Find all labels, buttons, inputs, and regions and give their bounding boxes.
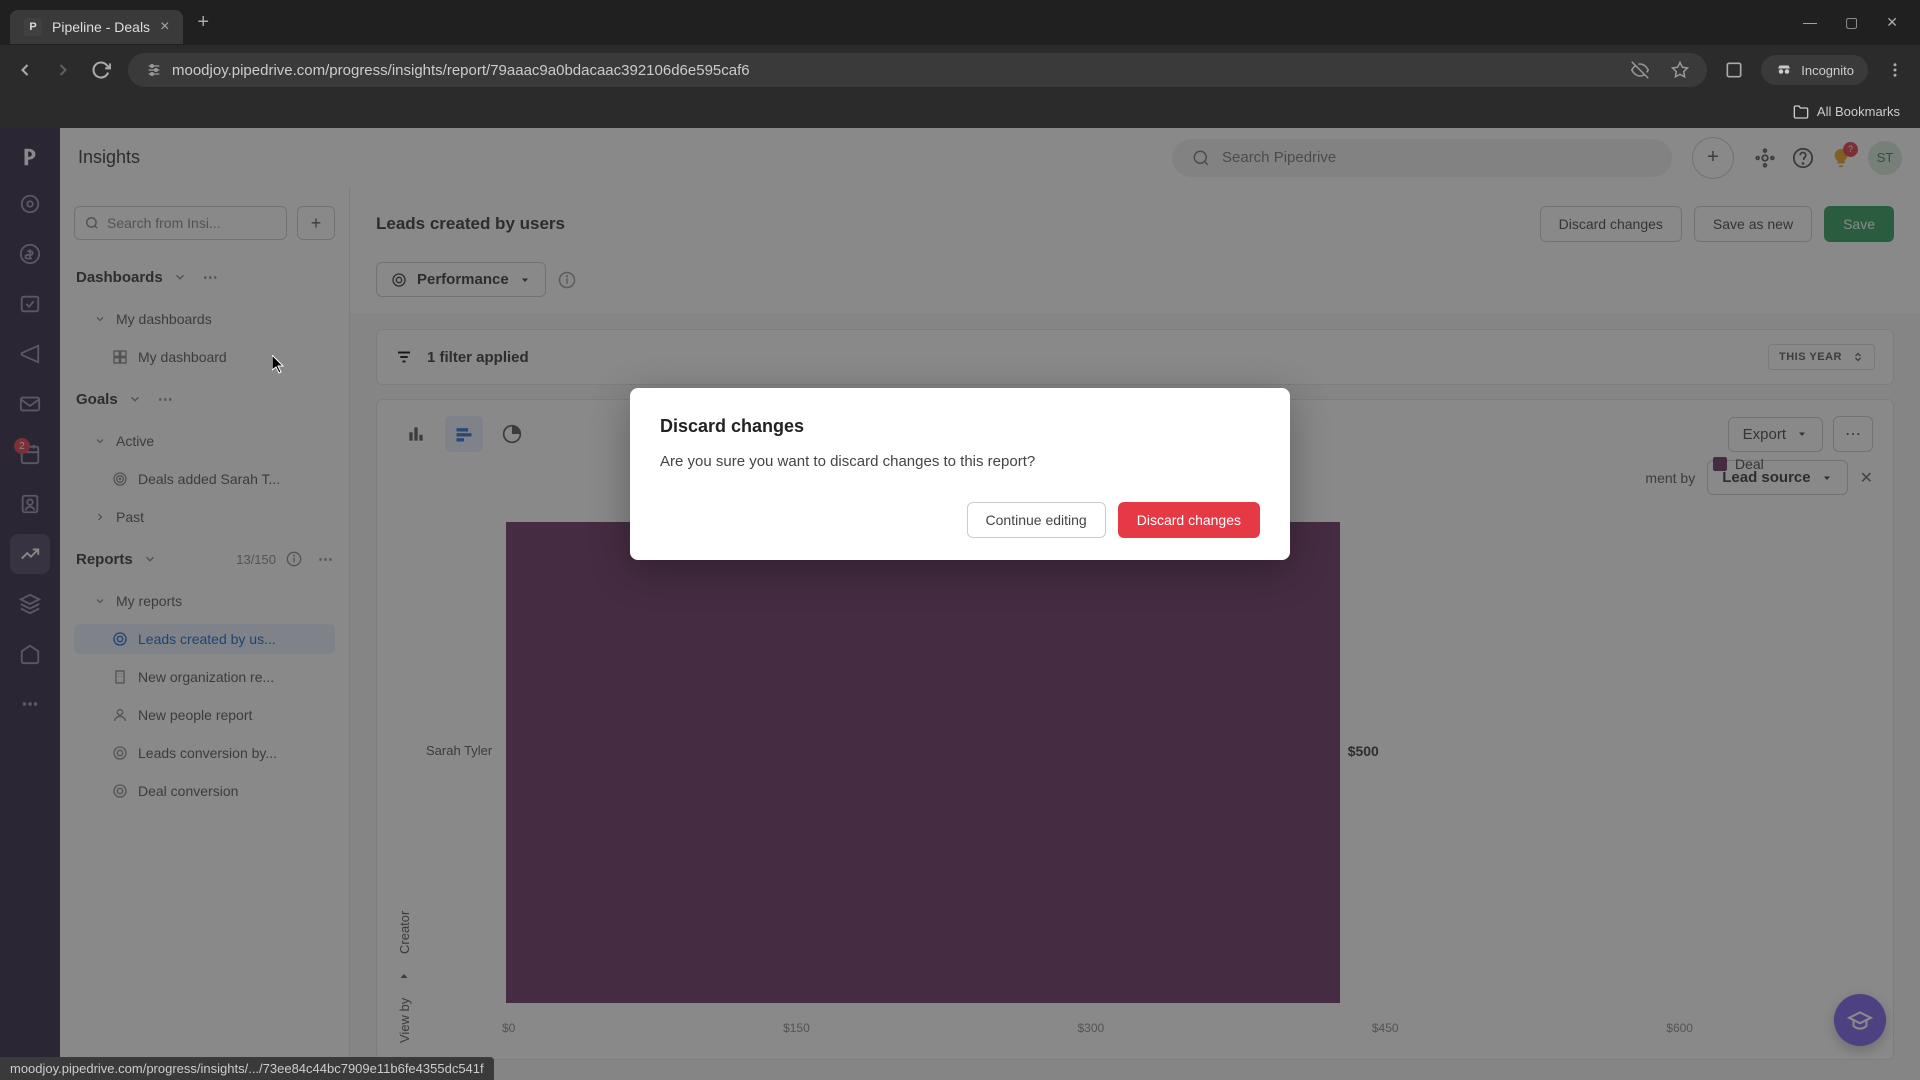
browser-chrome: P Pipeline - Deals × + — ▢ ✕ moodjoy.pip… (0, 0, 1920, 128)
url-bar: moodjoy.pipedrive.com/progress/insights/… (0, 45, 1920, 95)
browser-tab[interactable]: P Pipeline - Deals × (10, 10, 183, 44)
incognito-label: Incognito (1801, 63, 1854, 78)
discard-confirm-button[interactable]: Discard changes (1118, 502, 1260, 538)
new-tab-button[interactable]: + (197, 11, 209, 34)
menu-icon[interactable] (1884, 59, 1906, 81)
minimize-icon[interactable]: — (1803, 14, 1817, 31)
continue-editing-button[interactable]: Continue editing (967, 502, 1106, 538)
incognito-badge[interactable]: Incognito (1761, 55, 1868, 85)
modal-overlay[interactable]: Discard changes Are you sure you want to… (0, 128, 1920, 1080)
modal-body: Are you sure you want to discard changes… (660, 453, 1260, 470)
star-icon[interactable] (1671, 61, 1689, 79)
tab-title: Pipeline - Deals (52, 19, 150, 35)
url-field[interactable]: moodjoy.pipedrive.com/progress/insights/… (128, 53, 1707, 87)
mouse-cursor (272, 355, 286, 375)
modal-title: Discard changes (660, 416, 1260, 437)
url-text: moodjoy.pipedrive.com/progress/insights/… (172, 62, 750, 79)
folder-icon (1793, 104, 1809, 120)
maximize-icon[interactable]: ▢ (1845, 14, 1858, 31)
bookmark-bar: All Bookmarks (0, 95, 1920, 128)
extensions-icon[interactable] (1723, 59, 1745, 81)
window-controls: — ▢ ✕ (1803, 14, 1910, 31)
tab-favicon: P (24, 18, 42, 36)
tab-bar: P Pipeline - Deals × + — ▢ ✕ (0, 0, 1920, 45)
close-icon[interactable]: × (160, 18, 169, 36)
forward-icon (52, 59, 74, 81)
modal-footer: Continue editing Discard changes (660, 502, 1260, 538)
status-link: moodjoy.pipedrive.com/progress/insights/… (0, 1057, 494, 1080)
close-window-icon[interactable]: ✕ (1886, 14, 1898, 31)
site-settings-icon[interactable] (146, 62, 162, 78)
reload-icon[interactable] (90, 59, 112, 81)
discard-modal: Discard changes Are you sure you want to… (630, 388, 1290, 560)
back-icon[interactable] (14, 59, 36, 81)
bookmarks-link[interactable]: All Bookmarks (1817, 104, 1900, 119)
eye-off-icon[interactable] (1631, 61, 1649, 79)
